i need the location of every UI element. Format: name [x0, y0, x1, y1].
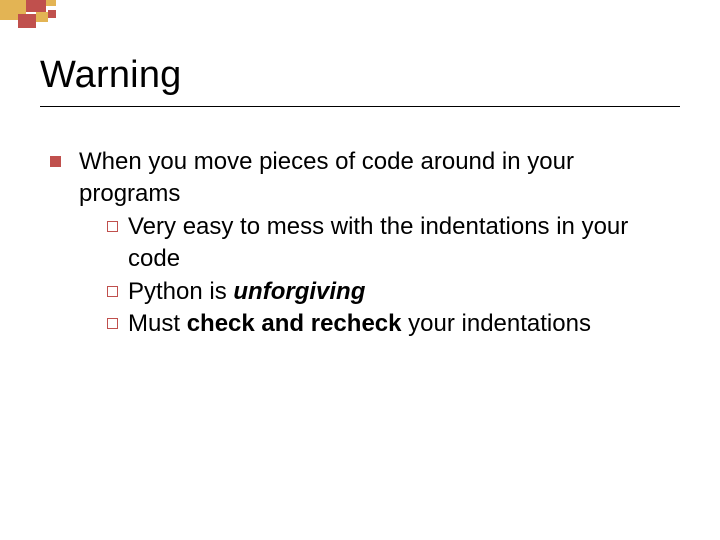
- sub-bullet-text: Very easy to mess with the indentations …: [128, 211, 670, 276]
- sub-bullet-text: Python is unforgiving: [128, 276, 670, 308]
- hollow-square-bullet-icon: [107, 318, 118, 329]
- hollow-square-bullet-icon: [107, 286, 118, 297]
- square-bullet-icon: [50, 156, 61, 167]
- sub-bullet-text: Must check and recheck your indentations: [128, 308, 670, 340]
- bullet-text: When you move pieces of code around in y…: [79, 148, 574, 207]
- bullet-level1: When you move pieces of code around in y…: [50, 146, 670, 340]
- corner-decoration: [0, 0, 80, 40]
- bullet-level2: Very easy to mess with the indentations …: [107, 211, 670, 276]
- slide-title: Warning: [40, 54, 182, 97]
- bullet-level2: Must check and recheck your indentations: [107, 308, 670, 340]
- hollow-square-bullet-icon: [107, 221, 118, 232]
- slide-body: When you move pieces of code around in y…: [50, 146, 670, 344]
- slide: Warning When you move pieces of code aro…: [0, 0, 720, 540]
- title-underline: [40, 106, 680, 107]
- bullet-level2: Python is unforgiving: [107, 276, 670, 308]
